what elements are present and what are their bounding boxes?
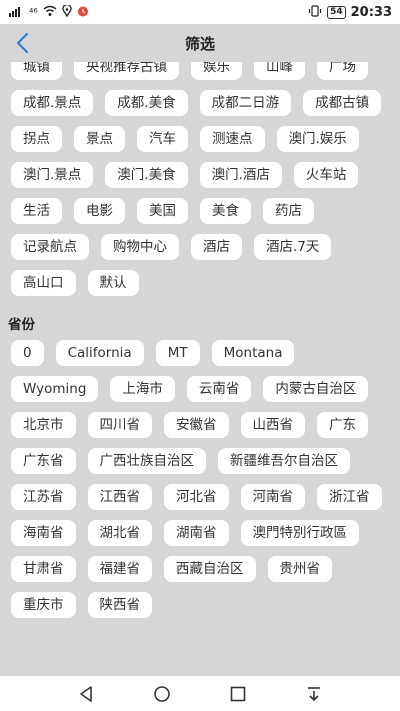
back-button[interactable] [8,28,38,58]
wifi-icon [43,5,57,20]
province-tag[interactable]: 山西省 [240,412,305,438]
filter-tag[interactable]: 城镇 [11,62,62,80]
province-tag[interactable]: 浙江省 [317,484,382,510]
filter-list[interactable]: 城镇 央视推荐古镇 娱乐 山峰 广场成都.景点 成都.美食 成都二日游 成都古镇拐点 景点 汽车测… [0,62,400,676]
province-tag[interactable]: 澳門特別行政區 [240,520,359,546]
province-tag[interactable]: MT [155,340,200,366]
filter-tag[interactable]: 测速点 [200,126,265,152]
province-tag[interactable]: 安徽省 [164,412,229,438]
province-tag[interactable]: 河南省 [240,484,305,510]
nav-recents-button[interactable] [226,682,250,706]
province-tag[interactable]: California [55,340,144,366]
page-title: 筛选 [184,34,215,53]
triangle-back-icon [80,685,92,702]
square-recents-icon [230,686,246,701]
pull-down-icon [308,686,320,701]
filter-tag[interactable]: 记录航点 [11,234,89,260]
province-tag[interactable]: 河北省 [164,484,229,510]
filter-tag[interactable]: 山峰 [254,62,305,80]
filter-tag[interactable]: 澳门.景点 [11,162,94,188]
province-tag[interactable]: 湖南省 [164,520,229,546]
province-tag[interactable]: 广西壮族自治区 [87,448,206,474]
nav-back-button[interactable] [74,682,98,706]
province-tag[interactable]: Wyoming [11,376,99,402]
filter-tag[interactable]: 娱乐 [191,62,242,80]
signal-icon [8,5,24,20]
province-tag[interactable]: 内蒙古自治区 [263,376,369,402]
province-tag[interactable]: 福建省 [87,556,152,582]
province-tag[interactable]: 云南省 [186,376,252,402]
province-tag[interactable]: Montana [211,340,295,366]
chevron-left-icon [16,32,29,54]
province-tag[interactable]: 新疆维吾尔自治区 [218,448,350,474]
province-tag[interactable]: 陕西省 [87,592,152,618]
filter-tag[interactable]: 成都.美食 [105,90,188,116]
province-tag[interactable]: 江西省 [87,484,152,510]
app-bar: 筛选 [0,24,400,62]
filter-tag[interactable]: 澳门.美食 [105,162,188,188]
filter-tag[interactable]: 拐点 [11,126,62,152]
province-tag[interactable]: 江苏省 [11,484,76,510]
filter-tag[interactable]: 成都二日游 [199,90,292,116]
province-tag[interactable]: 0 [11,340,44,366]
alarm-icon [77,5,89,20]
filter-tag[interactable]: 酒店 [191,234,242,260]
filter-tag[interactable]: 电影 [74,198,125,224]
province-tag[interactable]: 广东 [317,412,368,438]
filter-tag[interactable]: 默认 [87,270,139,296]
filter-tag[interactable]: 澳门.娱乐 [276,126,359,152]
filter-tag[interactable]: 酒店.7天 [254,234,332,260]
circle-home-icon [154,685,170,702]
filter-tag[interactable]: 生活 [11,198,62,224]
filter-tag[interactable]: 高山口 [11,270,76,296]
filter-tag[interactable]: 火车站 [293,162,359,188]
filter-tag[interactable]: 药店 [263,198,314,224]
filter-tag[interactable]: 购物中心 [101,234,179,260]
province-tag[interactable]: 海南省 [11,520,76,546]
filter-tag[interactable]: 汽车 [137,126,188,152]
province-tag[interactable]: 甘肃省 [11,556,76,582]
province-tag[interactable]: 重庆市 [11,592,76,618]
clock: 20:33 [350,4,392,20]
province-tag[interactable]: 广东省 [11,448,76,474]
status-bar: ⁴⁶ 54 20:33 [0,0,400,24]
section-title-province: 省份 [8,317,35,333]
filter-tag[interactable]: 成都古镇 [303,90,382,116]
system-nav-bar [0,676,400,711]
province-tag[interactable]: 贵州省 [267,556,332,582]
province-tag[interactable]: 四川省 [87,412,152,438]
filter-tag[interactable]: 澳门.酒店 [199,162,282,188]
province-tag[interactable]: 北京市 [11,412,76,438]
vibrate-icon [308,4,322,20]
filter-tag[interactable]: 央视推荐古镇 [74,62,179,80]
filter-tag[interactable]: 美国 [137,198,188,224]
nav-home-button[interactable] [150,682,174,706]
province-tag-group: 0 California MT Montana Wyoming 上海市 云南省 内蒙古自治区北… [0,340,400,628]
location-icon [62,3,72,20]
filter-tag[interactable]: 美食 [200,198,251,224]
network-type-label: ⁴⁶ [29,5,38,19]
province-tag[interactable]: 西藏自治区 [164,556,256,582]
filter-tag[interactable]: 成都.景点 [11,90,94,116]
filter-tag[interactable]: 广场 [317,62,368,80]
battery-indicator: 54 [327,5,346,19]
filter-tag[interactable]: 景点 [74,126,125,152]
category-tag-group: 城镇 央视推荐古镇 娱乐 山峰 广场成都.景点 成都.美食 成都二日游 成都古镇拐点 景点 汽车测… [0,62,400,306]
province-tag[interactable]: 上海市 [110,376,175,402]
province-tag[interactable]: 湖北省 [87,520,152,546]
nav-notification-button[interactable] [302,682,326,706]
